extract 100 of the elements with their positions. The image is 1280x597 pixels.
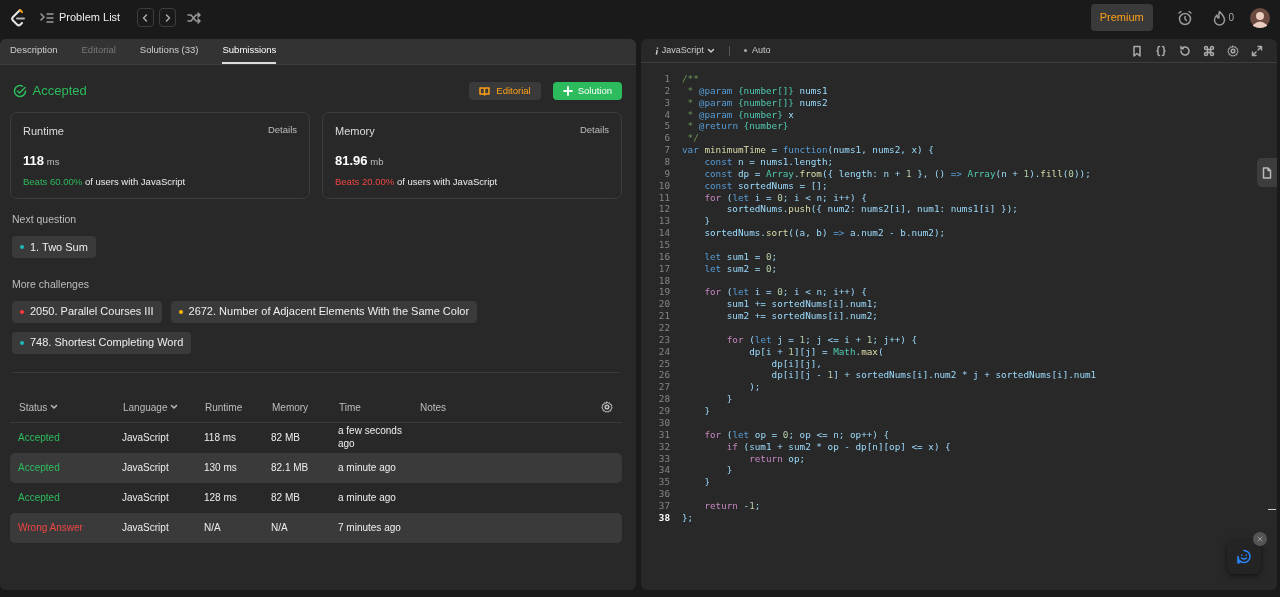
table-row[interactable]: Accepted JavaScript 130 ms 82.1 MB a minute ago bbox=[10, 452, 622, 483]
table-cell-text: 7 minutes ago bbox=[338, 521, 402, 535]
line-number: 38 bbox=[657, 511, 671, 524]
code-line: sortedNums.push({ num2: nums2[i], num1: nums1[i] }); bbox=[725, 203, 1018, 216]
table-cell: 82 MB bbox=[271, 432, 300, 443]
code-line: for (let j = 1; j <= i + 1; j++) { bbox=[725, 333, 918, 346]
settings-icon[interactable] bbox=[601, 401, 613, 413]
problem-list-button[interactable]: Problem List bbox=[39, 9, 121, 26]
beats-text: Beats 20.00% bbox=[335, 175, 395, 189]
beats-text: Beats 60.00% bbox=[23, 175, 83, 189]
premium-button[interactable]: Premium bbox=[1090, 4, 1153, 31]
list-icon bbox=[39, 11, 54, 24]
info-icon bbox=[655, 46, 659, 55]
stat-unit: ms bbox=[46, 154, 60, 169]
bookmark-icon[interactable] bbox=[1131, 44, 1143, 57]
shuffle-button[interactable] bbox=[187, 11, 202, 24]
line-number: 19 bbox=[657, 286, 671, 299]
line-number: 24 bbox=[657, 345, 671, 358]
line-number: 14 bbox=[657, 227, 671, 240]
alarm-clock-icon bbox=[1176, 9, 1193, 26]
table-cell-text: a few seconds ago bbox=[338, 423, 403, 451]
previous-button[interactable] bbox=[136, 8, 154, 27]
table-cell: JavaScript bbox=[122, 432, 169, 443]
problem-chip[interactable]: 1. Two Sum bbox=[12, 235, 96, 258]
language-selector[interactable]: JavaScript bbox=[655, 43, 715, 58]
logo-icon[interactable] bbox=[10, 7, 26, 28]
streak-button[interactable]: 0 bbox=[1212, 9, 1234, 26]
status-cell[interactable]: Accepted bbox=[18, 432, 60, 443]
code-line: sortedNums.sort((a, b) => a.num2 - b.num2); bbox=[703, 227, 946, 240]
document-icon bbox=[1262, 166, 1272, 179]
settings-icon[interactable] bbox=[1227, 44, 1239, 57]
table-row[interactable]: Wrong Answer JavaScript N/A N/A 7 minutes ago bbox=[10, 512, 622, 543]
code-line: } bbox=[703, 405, 710, 417]
status-cell[interactable]: Accepted bbox=[18, 462, 60, 473]
line-number: 2 bbox=[663, 84, 671, 97]
line-number: 20 bbox=[657, 298, 671, 311]
reset-icon[interactable] bbox=[1179, 44, 1191, 57]
braces-icon[interactable] bbox=[1155, 44, 1167, 57]
details-link[interactable]: Details bbox=[267, 123, 297, 140]
status-cell[interactable]: Accepted bbox=[18, 492, 60, 503]
next-button[interactable] bbox=[159, 8, 177, 27]
line-number: 4 bbox=[663, 108, 671, 121]
column-header[interactable]: Status bbox=[19, 399, 59, 415]
command-icon[interactable] bbox=[1203, 44, 1215, 57]
close-button[interactable] bbox=[1253, 532, 1267, 546]
line-number: 8 bbox=[663, 156, 671, 168]
chat-button[interactable] bbox=[1227, 540, 1261, 574]
tab[interactable]: Description bbox=[10, 39, 58, 64]
column-header: Time bbox=[339, 400, 361, 415]
code-line: let sum2 = 0; bbox=[703, 262, 778, 275]
line-number: 6 bbox=[663, 132, 671, 145]
code-line: const dp = Array.from({ length: n + 1 }, () => Array(n + 1).fill(0)); bbox=[703, 167, 1091, 180]
code-line: sum2 += sortedNums[i].num2; bbox=[725, 310, 878, 323]
line-number: 36 bbox=[657, 488, 671, 500]
code-line: */ bbox=[686, 132, 699, 145]
alarm-button[interactable] bbox=[1176, 9, 1193, 26]
line-number: 27 bbox=[657, 381, 671, 394]
code-line: sum1 += sortedNums[i].num1; bbox=[725, 298, 878, 311]
line-number: 18 bbox=[657, 274, 671, 287]
line-number: 3 bbox=[663, 96, 671, 109]
code-line: for (let op = 0; op <= n; op++) { bbox=[703, 428, 890, 441]
code-line: }; bbox=[682, 511, 694, 524]
chevron-right-icon bbox=[163, 12, 172, 23]
code-line: dp[i][j], bbox=[770, 357, 822, 370]
tab[interactable]: Solutions (33) bbox=[139, 39, 199, 64]
auto-mode-button[interactable]: Auto bbox=[743, 43, 771, 58]
problem-chip[interactable]: 2050. Parallel Courses III bbox=[12, 300, 162, 323]
plus-icon bbox=[562, 86, 573, 96]
problem-chip[interactable]: 2672. Number of Adjacent Elements With the Same Color bbox=[170, 300, 478, 323]
chevron-down-icon bbox=[706, 47, 715, 54]
card-title: Memory bbox=[335, 124, 375, 139]
table-cell: JavaScript bbox=[122, 522, 169, 533]
section-heading: Next question bbox=[12, 212, 78, 227]
code-line: const n = nums1.length; bbox=[703, 156, 834, 168]
code-line: if (sum1 + sum2 * op - dp[n][op] <= x) { bbox=[725, 440, 951, 453]
column-header[interactable]: Language bbox=[123, 399, 179, 415]
chevron-down-icon bbox=[50, 404, 59, 410]
line-number: 7 bbox=[663, 144, 671, 156]
code-line: const sortedNums = []; bbox=[703, 179, 828, 192]
avatar-icon[interactable] bbox=[1250, 7, 1270, 28]
line-number: 13 bbox=[657, 215, 671, 228]
line-number: 31 bbox=[657, 428, 671, 441]
line-number: 28 bbox=[657, 393, 671, 406]
tab[interactable]: Submissions bbox=[222, 39, 277, 64]
beats-caption: of users with JavaScript bbox=[84, 175, 186, 189]
card-title: Runtime bbox=[23, 124, 64, 139]
problem-chip[interactable]: 748. Shortest Completing Word bbox=[12, 331, 192, 354]
line-number: 32 bbox=[657, 440, 671, 453]
flame-icon bbox=[1212, 9, 1226, 26]
table-cell: N/A bbox=[271, 522, 288, 533]
line-number: 35 bbox=[657, 476, 671, 489]
editorial-button[interactable]: Editorial bbox=[469, 82, 541, 100]
details-link[interactable]: Details bbox=[579, 123, 609, 140]
notes-tab[interactable] bbox=[1257, 158, 1277, 187]
line-number: 25 bbox=[657, 357, 671, 370]
shuffle-icon bbox=[187, 11, 202, 24]
expand-icon[interactable] bbox=[1251, 44, 1263, 57]
code-line: return op; bbox=[748, 452, 806, 465]
stat-value: 118 bbox=[23, 151, 44, 170]
line-number: 10 bbox=[657, 179, 671, 192]
